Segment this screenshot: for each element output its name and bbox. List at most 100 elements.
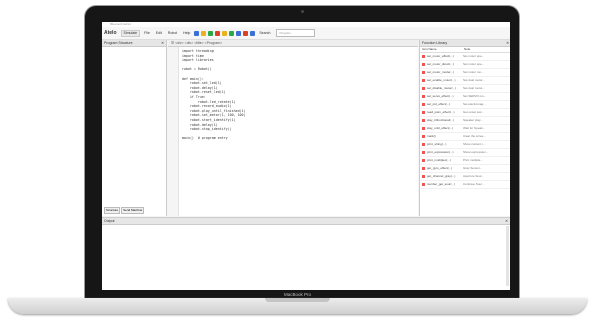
function-note: Print multiple...: [463, 158, 483, 162]
function-name: print_expression(...): [427, 150, 454, 154]
function-icon: [422, 175, 425, 178]
function-note: Show content i...: [463, 142, 486, 146]
function-icon: [422, 95, 425, 98]
function-note: Continue Sour...: [463, 182, 485, 186]
function-library-title: Function Library: [422, 41, 448, 45]
function-icon: [422, 127, 425, 130]
open-folder-icon[interactable]: [201, 30, 207, 36]
function-icon: [422, 159, 425, 162]
function-row[interactable]: print_expression(...) Show expression...: [420, 149, 510, 157]
function-note: Set SERVO mo...: [463, 94, 487, 98]
function-note: Set motor mo...: [463, 70, 484, 74]
mode-button[interactable]: Simulate: [120, 29, 141, 37]
app-logo: Atelo: [104, 30, 117, 36]
laptop-notch: [265, 298, 330, 302]
function-row[interactable]: get_channel_gray(...) Aperture Sour...: [420, 173, 510, 181]
function-row[interactable]: play_trifunctional(...) Speaker play...: [420, 117, 510, 125]
function-note: Get onset wor...: [463, 110, 485, 114]
function-name: get_channel_gray(...): [427, 174, 456, 178]
line-gutter: [168, 47, 179, 216]
function-name: set_pid_effect(...): [427, 102, 451, 106]
output-panel: Output ✕: [102, 217, 510, 290]
function-name: get_gyro_effect(...): [427, 166, 453, 170]
close-icon[interactable]: ✕: [505, 218, 508, 224]
tab-structure[interactable]: Structure: [104, 207, 121, 214]
function-icon: [422, 167, 425, 170]
menu-robot[interactable]: Robot: [168, 31, 177, 35]
close-icon[interactable]: ✕: [506, 40, 509, 46]
function-row[interactable]: read_pwm_effect(...) Get onset wor...: [420, 109, 510, 117]
code-line: main() # program entry: [182, 136, 228, 141]
function-icon: [422, 63, 425, 66]
function-row[interactable]: play_until_effect(...) Wait for Speak...: [420, 125, 510, 133]
function-icon: [422, 143, 425, 146]
function-row[interactable]: number_get_sour(...) Continue Sour...: [420, 181, 510, 189]
code-text[interactable]: import threading import time import libr…: [182, 49, 246, 141]
function-note: Aperture Sour...: [463, 174, 485, 178]
brand-label: MacBook Pro: [283, 292, 311, 297]
menu-help[interactable]: Help: [183, 31, 190, 35]
function-row[interactable]: set_motor_effect(...) Set motor spe...: [420, 53, 510, 61]
function-name: play_until_effect(...): [427, 126, 454, 130]
download-icon[interactable]: [222, 30, 228, 36]
function-row[interactable]: set_motor_direct(...) Set motor spe...: [420, 61, 510, 69]
function-note: Set electromag...: [463, 102, 486, 106]
function-row[interactable]: print_multiplex(...) Print multiple...: [420, 157, 510, 165]
function-note: Wait for Speak...: [463, 126, 486, 130]
function-row[interactable]: get_gyro_effect(...) Gray Sensor...: [420, 165, 510, 173]
editor-tab[interactable]: ☰ <div> <div> <title> <Program>: [168, 40, 418, 47]
function-name: set_servo_effect(...): [427, 94, 454, 98]
search-input[interactable]: Program: [276, 29, 316, 37]
close-icon[interactable]: ✕: [161, 40, 164, 46]
menu-file[interactable]: File: [144, 31, 150, 35]
function-name: print_multiplex(...): [427, 158, 451, 162]
function-name: set_motor_mode(...): [427, 70, 455, 74]
tab-send-machine[interactable]: Send Machine: [121, 207, 145, 214]
camera-icon: [300, 10, 304, 13]
function-icon: [422, 183, 425, 186]
function-library-panel: Function Library ✕ Icon Name Note set_mo…: [419, 40, 510, 216]
run-icon[interactable]: [208, 30, 214, 36]
app-screen: Bluetooth Editor Atelo Simulate File Edi…: [102, 22, 510, 290]
function-name: number_get_sour(...): [427, 182, 456, 186]
code-editor[interactable]: ☰ <div> <div> <title> <Program> import t…: [168, 40, 418, 216]
function-row[interactable]: mark() Clear the scree...: [420, 133, 510, 141]
column-icon-name[interactable]: Icon Name: [420, 47, 464, 52]
menu-edit[interactable]: Edit: [156, 31, 162, 35]
function-icon: [422, 135, 425, 138]
function-icon: [422, 119, 425, 122]
function-row[interactable]: set_enable_motor(...) Set dual motor...: [420, 77, 510, 85]
function-row[interactable]: set_motor_mode(...) Set motor mo...: [420, 69, 510, 77]
function-row[interactable]: set_pid_effect(...) Set electromag...: [420, 101, 510, 109]
function-name: set_disable_motor(...): [427, 86, 457, 90]
function-name: set_enable_motor(...): [427, 78, 456, 82]
undo-icon[interactable]: [236, 30, 242, 36]
stop-icon[interactable]: [215, 30, 221, 36]
save-icon[interactable]: [194, 30, 200, 36]
function-row[interactable]: set_servo_effect(...) Set SERVO mo...: [420, 93, 510, 101]
output-title: Output: [104, 219, 115, 223]
search-label: Search: [259, 31, 271, 35]
function-name: read_pwm_effect(...): [427, 110, 455, 114]
function-row[interactable]: set_disable_motor(...) Set dual motor...: [420, 85, 510, 93]
redo-icon[interactable]: [243, 30, 249, 36]
function-name: play_trifunctional(...): [427, 118, 455, 122]
function-row[interactable]: print_string(...) Show content i...: [420, 141, 510, 149]
program-structure-title: Program Structure: [104, 41, 133, 45]
output-scrollbar[interactable]: [506, 226, 509, 286]
function-note: Speaker play...: [463, 118, 483, 122]
toolbar: Atelo Simulate File Edit Robot Help Sear…: [102, 27, 510, 40]
output-header: Output ✕: [102, 218, 510, 225]
column-note[interactable]: Note: [464, 47, 470, 52]
function-icon: [422, 71, 425, 74]
function-list: set_motor_effect(...) Set motor spe... set…: [420, 53, 510, 189]
settings-icon[interactable]: [250, 30, 256, 36]
function-icon: [422, 79, 425, 82]
function-name: set_motor_direct(...): [427, 62, 454, 66]
function-icon: [422, 151, 425, 154]
function-name: print_string(...): [427, 142, 447, 146]
upload-icon[interactable]: [229, 30, 235, 36]
function-note: Clear the scree...: [463, 134, 486, 138]
function-note: Set dual motor...: [463, 78, 485, 82]
function-note: Set motor spe...: [463, 62, 485, 66]
